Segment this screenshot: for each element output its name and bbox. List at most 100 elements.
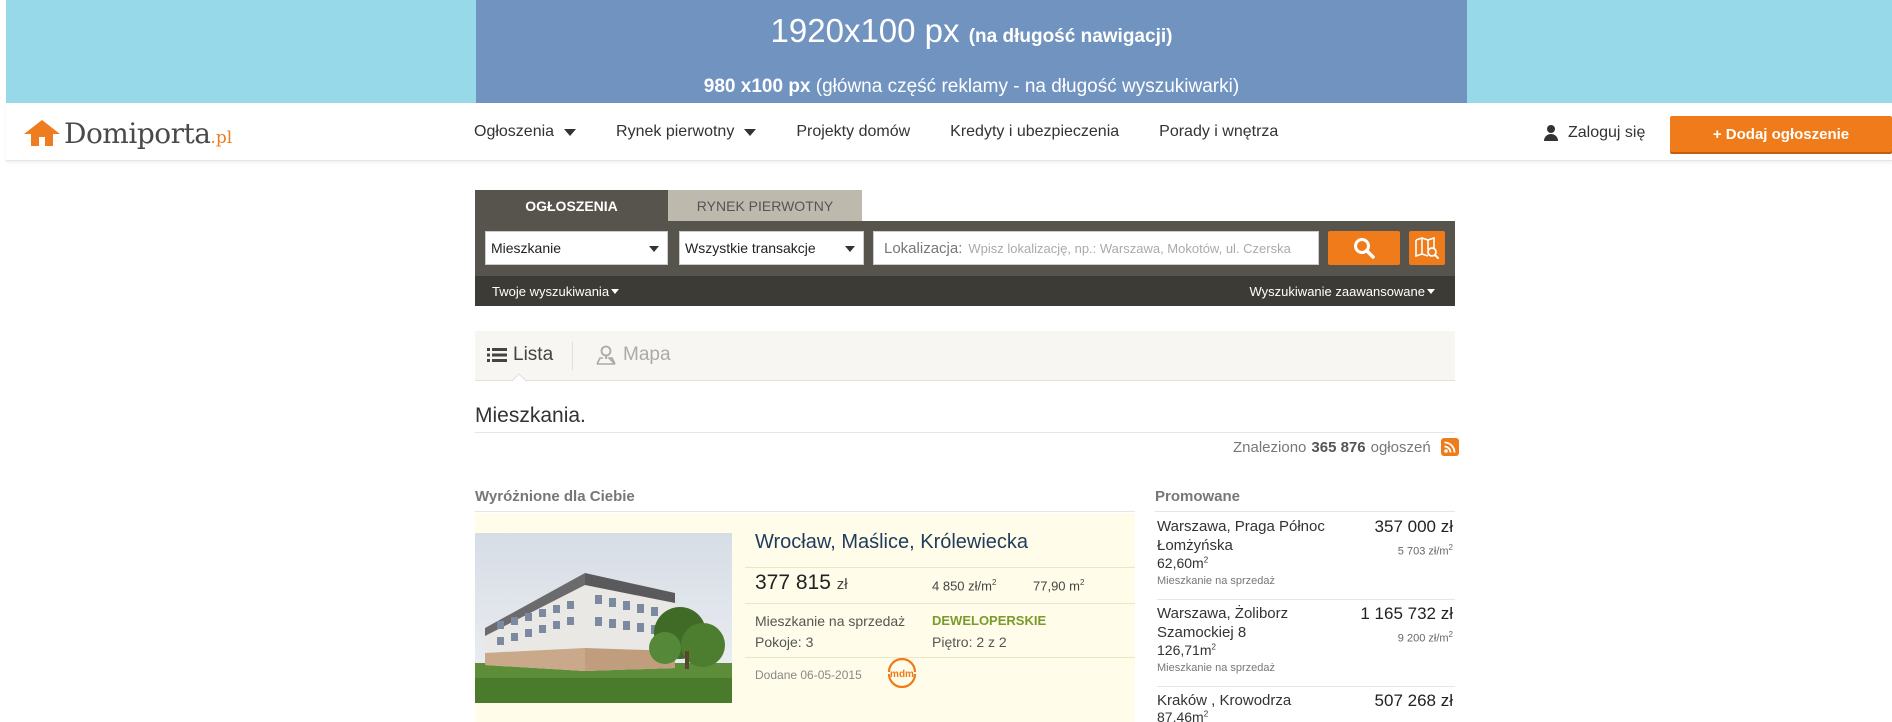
promoted-area: 126,71m2 [1157, 642, 1216, 658]
promoted-location[interactable]: Warszawa, Żoliborz Szamockiej 8 [1157, 604, 1337, 642]
promoted-listing[interactable]: Kraków , Krowodrza 87,46m2 507 268 zł [1157, 687, 1455, 722]
main-nav: Ogłoszenia Rynek pierwotny Projekty domó… [474, 103, 1318, 161]
property-type-select[interactable]: Mieszkanie [485, 231, 668, 265]
map-pin-icon [596, 345, 616, 365]
nav-item-projekty-domow[interactable]: Projekty domów [796, 123, 910, 141]
listing-date-added: Dodane 06-05-2015 [755, 668, 862, 682]
location-input[interactable]: Lokalizacja: Wpisz lokalizację, np.: War… [873, 231, 1319, 265]
mdm-badge-text: mdm [890, 669, 914, 680]
promoted-type: Mieszkanie na sprzedaż [1157, 662, 1276, 674]
results-heading: Mieszkania. [475, 404, 586, 427]
logo-suffix: .pl [210, 128, 233, 148]
house-logo-icon [24, 120, 60, 148]
property-type-value: Mieszkanie [491, 240, 562, 256]
advanced-search-link[interactable]: Wyszukiwanie zaawansowane [1250, 284, 1435, 299]
banner-ad-note: (na długość nawigacji) [968, 26, 1173, 47]
banner-ad-line2: 980 x100 px (główna część reklamy - na d… [476, 76, 1467, 98]
promoted-area: 62,60m2 [1157, 555, 1209, 571]
view-list-label: Lista [513, 344, 554, 365]
promoted-area-value: 126,71m [1157, 642, 1212, 658]
chevron-down-icon [649, 246, 659, 252]
listing-price-per-m2: 4 850 zł/m2 [932, 578, 997, 594]
promoted-location[interactable]: Kraków , Krowodrza [1157, 691, 1337, 710]
promoted-price-per-m2: 9 200 zł/m2 [1397, 630, 1453, 645]
search-icon [1354, 238, 1375, 259]
map-search-button[interactable] [1409, 231, 1445, 265]
search-options-strip: Twoje wyszukiwania Wyszukiwanie zaawanso… [475, 276, 1455, 306]
view-map-tab[interactable]: Mapa [595, 344, 671, 366]
advanced-search-label: Wyszukiwanie zaawansowane [1249, 284, 1425, 299]
featured-divider [475, 511, 1135, 512]
nav-item-label: Porady i wnętrza [1159, 123, 1279, 140]
nav-item-porady[interactable]: Porady i wnętrza [1159, 123, 1278, 141]
chevron-down-icon [845, 246, 855, 252]
rss-icon[interactable] [1440, 438, 1459, 456]
listing-price: 377 815 zł [755, 571, 848, 595]
view-list-tab[interactable]: Lista [487, 344, 553, 366]
banner-ad-line1: 1920x100 px (na długość nawigacji) [476, 12, 1467, 56]
tab-rynek-pierwotny[interactable]: Rynek pierwotny [668, 190, 862, 221]
search-button[interactable] [1328, 231, 1400, 265]
listing-divider [745, 567, 1135, 568]
map-search-icon [1415, 236, 1439, 259]
banner-ad-size-2: 980 x100 px [703, 76, 811, 97]
listing-photo[interactable] [475, 533, 732, 703]
caret-down-icon [611, 289, 620, 294]
listing-floor: Piętro: 2 z 2 [932, 634, 1007, 650]
featured-listing-card[interactable]: Wrocław, Maślice, Królewiecka 377 815 zł… [475, 513, 1135, 722]
login-link[interactable]: Zaloguj się [1544, 124, 1645, 142]
saved-searches-label: Twoje wyszukiwania [492, 284, 610, 299]
featured-title: Wyróżnione dla Ciebie [475, 488, 635, 505]
banner-ad-size: 1920x100 px [770, 12, 960, 49]
search-tabs: Ogłoszenia Rynek pierwotny [475, 190, 862, 221]
listing-price-per-m2-value: 4 850 zł/m [932, 578, 992, 594]
listing-area-value: 77,90 m [1033, 578, 1080, 594]
transaction-type-select[interactable]: Wszystkie transakcje [679, 231, 864, 265]
nav-item-label: Ogłoszenia [474, 123, 555, 140]
promoted-divider [1155, 511, 1455, 512]
promoted-listing[interactable]: Warszawa, Żoliborz Szamockiej 8 126,71m2… [1157, 600, 1455, 687]
nav-item-label: Projekty domów [796, 123, 911, 140]
nav-item-rynek-pierwotny[interactable]: Rynek pierwotny [616, 123, 757, 141]
listing-location-link[interactable]: Wrocław, Maślice, Królewiecka [755, 531, 1028, 554]
promoted-area-value: 62,60m [1157, 555, 1204, 571]
tab-ogloszenia[interactable]: Ogłoszenia [475, 190, 668, 221]
saved-searches-link[interactable]: Twoje wyszukiwania [492, 284, 620, 299]
location-label: Lokalizacja: [884, 239, 963, 257]
listing-type: Mieszkanie na sprzedaż [755, 613, 906, 629]
location-placeholder: Wpisz lokalizację, np.: Warszawa, Mokotó… [968, 240, 1291, 256]
view-map-label: Mapa [623, 344, 671, 365]
listing-price-currency: zł [836, 576, 848, 593]
user-icon [1544, 125, 1558, 141]
listing-price-value: 377 815 [755, 571, 831, 594]
nav-item-label: Kredyty i ubezpieczenia [950, 123, 1120, 140]
transaction-type-value: Wszystkie transakcje [685, 240, 816, 256]
caret-down-icon [1427, 289, 1435, 294]
promoted-price: 507 268 zł [1374, 691, 1453, 710]
site-header: Domiporta .pl Ogłoszenia Rynek pierwotny… [6, 103, 1892, 161]
promoted-listing[interactable]: Warszawa, Praga Północ Łomżyńska 62,60m2… [1157, 513, 1455, 600]
promoted-location[interactable]: Warszawa, Praga Północ Łomżyńska [1157, 517, 1337, 555]
add-listing-button[interactable]: + Dodaj ogłoszenie [1670, 116, 1892, 152]
caret-down-icon [564, 128, 577, 136]
active-tab-pointer [512, 373, 526, 381]
promoted-area: 87,46m2 [1157, 709, 1208, 722]
listing-area: 77,90 m2 [1033, 578, 1085, 594]
nav-item-ogloszenia[interactable]: Ogłoszenia [474, 123, 577, 141]
promoted-price: 357 000 zł [1374, 517, 1453, 536]
promoted-price: 1 165 732 zł [1360, 604, 1453, 623]
site-logo[interactable]: Domiporta .pl [24, 120, 232, 148]
listing-rooms: Pokoje: 3 [755, 634, 814, 650]
view-separator [572, 342, 573, 370]
banner-ad-note-2: (główna część reklamy - na długość wyszu… [810, 76, 1240, 97]
results-count-suffix: ogłoszeń [1370, 438, 1431, 456]
nav-item-kredyty[interactable]: Kredyty i ubezpieczenia [950, 123, 1119, 141]
promoted-price-per-m2: 5 703 zł/m2 [1397, 543, 1453, 558]
caret-down-icon [744, 128, 757, 136]
banner-ad-main[interactable]: 1920x100 px (na długość nawigacji) 980 x… [476, 0, 1467, 103]
results-count: Znaleziono 365 876 ogłoszeń [1233, 438, 1459, 456]
listing-market-badge: DEWELOPERSKIE [932, 613, 1047, 628]
search-panel: Mieszkanie Wszystkie transakcje Lokaliza… [475, 221, 1455, 306]
top-banner-ad[interactable]: 1920x100 px (na długość nawigacji) 980 x… [6, 0, 1892, 103]
promoted-type: Mieszkanie na sprzedaż [1157, 575, 1276, 587]
